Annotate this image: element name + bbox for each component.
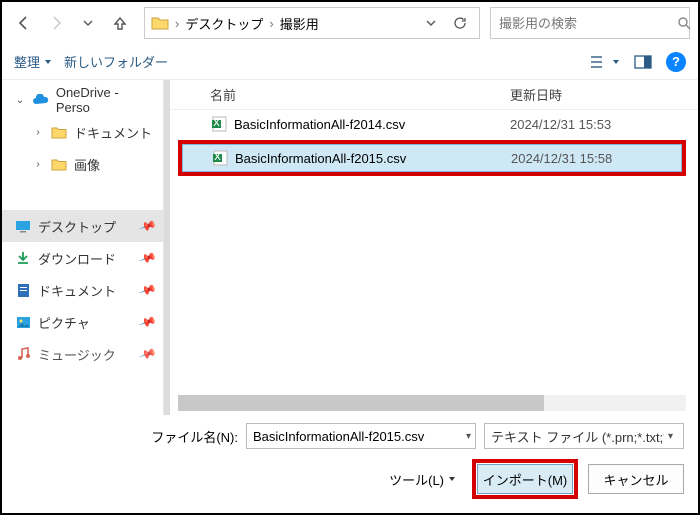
dropdown-icon[interactable]: ▾ [462,431,475,442]
pin-icon: 📌 [138,248,157,267]
pin-icon: 📌 [138,280,157,299]
folder-icon [151,14,169,32]
sidebar-quick-downloads[interactable]: ダウンロード 📌 [2,242,163,274]
breadcrumb-item[interactable]: 撮影用 [280,14,319,33]
help-button[interactable]: ? [666,52,686,72]
sidebar-item-label: ミュージック [38,345,116,364]
folder-icon [50,155,68,173]
refresh-button[interactable] [447,16,473,30]
sidebar-folder-images[interactable]: › 画像 [2,148,163,180]
view-menu[interactable] [590,55,620,69]
address-bar[interactable]: › デスクトップ › 撮影用 [144,7,480,39]
svg-text:x: x [213,116,220,129]
file-list-header: 名前 更新日時 [170,80,698,110]
chevron-down-icon: ⌄ [14,95,26,106]
download-icon [14,249,32,267]
sidebar-item-label: ドキュメント [38,281,116,300]
cancel-button[interactable]: キャンセル [588,464,684,494]
horizontal-scrollbar[interactable] [178,395,686,411]
sidebar-item-label: ダウンロード [38,249,116,268]
search-box[interactable] [490,7,690,39]
excel-file-icon: x [210,115,228,133]
sidebar-quick-documents[interactable]: ドキュメント 📌 [2,274,163,306]
address-dropdown-button[interactable] [421,17,441,29]
main-area: ⌄ OneDrive - Perso › ドキュメント › 画像 デスクトップ [2,80,698,415]
preview-pane-button[interactable] [634,55,652,69]
chevron-right-icon: › [32,127,44,138]
sidebar-quick-desktop[interactable]: デスクトップ 📌 [2,210,163,242]
sidebar-quick-pictures[interactable]: ピクチャ 📌 [2,306,163,338]
recent-locations-button[interactable] [74,9,102,37]
sidebar-folder-documents[interactable]: › ドキュメント [2,116,163,148]
file-row[interactable]: x BasicInformationAll-f2015.csv 2024/12/… [182,144,682,172]
excel-file-icon: x [211,149,229,167]
up-button[interactable] [106,9,134,37]
column-header-date[interactable]: 更新日時 [510,85,698,104]
tools-menu[interactable]: ツール(L) [389,470,456,489]
chevron-right-icon: › [32,159,44,170]
filename-input[interactable] [247,424,462,448]
sidebar-item-label: ピクチャ [38,313,90,332]
new-folder-button[interactable]: 新しいフォルダー [64,52,168,71]
back-button[interactable] [10,9,38,37]
sidebar-item-label: 画像 [74,155,100,174]
search-input[interactable] [497,15,677,32]
breadcrumb-item[interactable]: デスクトップ [185,14,263,33]
tools-label: ツール(L) [389,470,444,489]
document-icon [14,281,32,299]
sidebar-item-label: ドキュメント [74,123,152,142]
navigation-pane: ⌄ OneDrive - Perso › ドキュメント › 画像 デスクトップ [2,80,164,415]
breadcrumb-separator-icon: › [175,16,179,31]
sidebar-item-label: OneDrive - Perso [56,85,155,115]
organize-menu[interactable]: 整理 [14,52,52,71]
music-icon [14,345,32,363]
file-date: 2024/12/31 15:58 [511,151,681,166]
navigation-bar: › デスクトップ › 撮影用 [2,2,698,44]
pin-icon: 📌 [138,344,157,363]
import-button[interactable]: インポート(M) [477,464,573,494]
file-row[interactable]: x BasicInformationAll-f2014.csv 2024/12/… [170,110,698,138]
annotation-highlight: インポート(M) [472,459,578,499]
organize-label: 整理 [14,52,40,71]
sidebar-item-label: デスクトップ [38,217,116,236]
cancel-label: キャンセル [603,470,668,489]
search-icon [677,16,691,30]
sidebar-quick-music[interactable]: ミュージック 📌 [2,338,163,370]
svg-text:x: x [214,150,221,163]
sidebar-onedrive[interactable]: ⌄ OneDrive - Perso [2,84,163,116]
pin-icon: 📌 [138,216,157,235]
dialog-footer: ファイル名(N): ▾ テキスト ファイル (*.prn;*.txt;*.csv… [2,415,698,513]
pin-icon: 📌 [138,312,157,331]
filetype-filter-combo[interactable]: テキスト ファイル (*.prn;*.txt;*.csv) ▾ [484,423,684,449]
onedrive-icon [32,91,50,109]
scrollbar-thumb[interactable] [178,395,544,411]
toolbar: 整理 新しいフォルダー ? [2,44,698,80]
annotation-highlight: x BasicInformationAll-f2015.csv 2024/12/… [178,140,686,176]
new-folder-label: 新しいフォルダー [64,52,168,71]
file-name: BasicInformationAll-f2014.csv [234,117,405,132]
breadcrumb-separator-icon: › [269,16,273,31]
file-open-dialog: › デスクトップ › 撮影用 整理 新しいフォ [0,0,700,515]
import-label: インポート(M) [483,470,568,489]
file-name: BasicInformationAll-f2015.csv [235,151,406,166]
filter-label: テキスト ファイル (*.prn;*.txt;*.csv) [491,427,664,446]
filename-combo[interactable]: ▾ [246,423,476,449]
file-list-area: 名前 更新日時 x BasicInformationAll-f2014.csv … [170,80,698,415]
file-date: 2024/12/31 15:53 [510,117,698,132]
desktop-icon [14,217,32,235]
pictures-icon [14,313,32,331]
filename-label: ファイル名(N): [151,427,238,446]
folder-icon [50,123,68,141]
forward-button[interactable] [42,9,70,37]
column-header-name[interactable]: 名前 [210,85,510,104]
dropdown-icon[interactable]: ▾ [664,431,677,442]
